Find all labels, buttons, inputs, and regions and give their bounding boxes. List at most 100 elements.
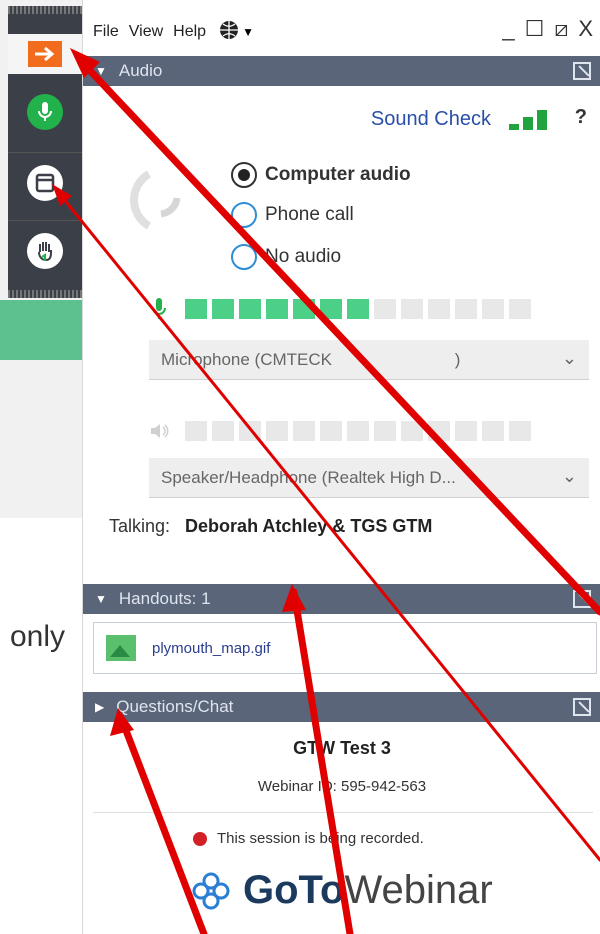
- audio-section-header[interactable]: ▼ Audio: [83, 56, 600, 86]
- meter-segment: [374, 299, 396, 319]
- speaker-level-segments: [185, 421, 536, 441]
- microphone-icon: [27, 94, 63, 130]
- meter-segment: [239, 421, 261, 441]
- recording-text: This session is being recorded.: [217, 830, 424, 847]
- raise-hand-icon: [27, 233, 63, 269]
- record-dot-icon: [193, 831, 207, 846]
- meter-segment: [266, 421, 288, 441]
- logo-goto-text: GoTo: [243, 868, 345, 912]
- meter-segment: [455, 299, 477, 319]
- globe-icon: [218, 19, 240, 46]
- window-icon: [27, 165, 63, 201]
- speaker-device-value: Speaker/Headphone (Realtek High D...: [161, 467, 456, 487]
- radio-button[interactable]: [231, 202, 257, 228]
- meter-segment: [212, 421, 234, 441]
- chevron-down-icon: ⌄: [561, 466, 577, 486]
- meter-segment: [428, 421, 450, 441]
- meter-segment: [347, 421, 369, 441]
- questions-section-header[interactable]: ▶ Questions/Chat: [83, 692, 600, 722]
- phone-call-label: Phone call: [265, 204, 354, 225]
- meter-segment: [509, 421, 531, 441]
- handouts-section-title: Handouts: 1: [118, 589, 211, 608]
- meter-segment: [293, 421, 315, 441]
- rail-grip-top[interactable]: [8, 6, 82, 14]
- close-button[interactable]: X: [578, 16, 593, 42]
- handout-file-item[interactable]: plymouth_map.gif: [93, 622, 597, 674]
- speaker-level-meter: [149, 418, 536, 444]
- logo-webinar-text: Webinar: [344, 868, 493, 912]
- background-text: only: [10, 620, 66, 653]
- meter-segment: [509, 299, 531, 319]
- meter-segment: [428, 299, 450, 319]
- microphone-icon: [149, 296, 169, 322]
- speaker-select[interactable]: Speaker/Headphone (Realtek High D... ⌄: [149, 458, 589, 498]
- menu-bar: File View Help ▼ _ ☐ ⧄ X: [83, 12, 600, 52]
- chevron-down-icon: ⌄: [561, 348, 577, 368]
- speaker-icon: [149, 418, 169, 444]
- menu-help[interactable]: Help: [173, 23, 206, 41]
- menu-file[interactable]: File: [93, 23, 119, 41]
- computer-audio-option[interactable]: Computer audio: [231, 162, 411, 188]
- webinar-title: GTW Test 3: [293, 738, 391, 758]
- image-file-icon: [106, 635, 136, 661]
- webinar-id: Webinar ID: 595-942-563: [257, 778, 427, 795]
- meter-segment: [320, 299, 342, 319]
- no-audio-option[interactable]: No audio: [231, 244, 341, 270]
- expand-triangle-icon: ▶: [95, 700, 105, 714]
- arrow-right-icon: [28, 41, 62, 67]
- radio-button-selected[interactable]: [231, 162, 257, 188]
- meter-segment: [374, 421, 396, 441]
- audio-help-button[interactable]: ?: [575, 106, 587, 129]
- meter-segment: [482, 299, 504, 319]
- audio-section-title: Audio: [118, 61, 163, 80]
- computer-audio-label: Computer audio: [265, 164, 411, 185]
- control-rail: [8, 6, 82, 298]
- mic-level-segments: [185, 299, 536, 319]
- meter-segment: [185, 299, 207, 319]
- meter-segment: [401, 299, 423, 319]
- meter-segment: [266, 299, 288, 319]
- talking-label: Talking:: [109, 516, 171, 536]
- microphone-select[interactable]: Microphone (CMTECK ) ⌄: [149, 340, 589, 380]
- popout-icon[interactable]: [573, 698, 591, 716]
- meter-segment: [320, 421, 342, 441]
- show-window-button[interactable]: [8, 152, 82, 213]
- mute-microphone-button[interactable]: [8, 82, 82, 142]
- popout-icon[interactable]: [573, 590, 591, 608]
- minimize-button[interactable]: _: [502, 16, 514, 42]
- collapse-panel-button[interactable]: [8, 34, 82, 74]
- rail-grip-bottom[interactable]: [8, 290, 82, 298]
- no-audio-label: No audio: [265, 246, 342, 267]
- raise-hand-button[interactable]: [8, 220, 82, 281]
- microphone-device-value: Microphone (CMTECK ): [161, 349, 461, 369]
- collapse-triangle-icon: ▼: [95, 592, 107, 606]
- background-green-bar: [0, 300, 82, 360]
- window-controls: _ ☐ ⧄ X: [502, 16, 593, 42]
- gotowebinar-logo: GoTo Webinar: [191, 868, 493, 913]
- meter-segment: [239, 299, 261, 319]
- talking-names: Deborah Atchley & TGS GTM: [185, 516, 433, 536]
- meter-segment: [482, 421, 504, 441]
- phone-call-option[interactable]: Phone call: [231, 202, 354, 228]
- talking-indicator: Talking: Deborah Atchley & TGS GTM: [109, 516, 432, 537]
- handout-file-name[interactable]: plymouth_map.gif: [152, 640, 270, 657]
- menu-view[interactable]: View: [129, 23, 163, 41]
- questions-section-title: Questions/Chat: [116, 697, 234, 716]
- gotowebinar-flower-icon: [191, 871, 231, 911]
- meter-segment: [347, 299, 369, 319]
- divider: [93, 812, 593, 813]
- sound-check-link[interactable]: Sound Check: [371, 108, 491, 131]
- restore-button[interactable]: ⧄: [554, 16, 568, 42]
- handouts-section-header[interactable]: ▼ Handouts: 1: [83, 584, 600, 614]
- maximize-button[interactable]: ☐: [525, 16, 545, 42]
- meter-segment: [455, 421, 477, 441]
- microphone-level-meter: [149, 296, 536, 322]
- radio-button[interactable]: [231, 244, 257, 270]
- control-panel: File View Help ▼ _ ☐ ⧄ X ▼ Audio Sound C…: [82, 0, 600, 934]
- language-menu[interactable]: ▼: [218, 19, 254, 46]
- meter-segment: [293, 299, 315, 319]
- meter-segment: [401, 421, 423, 441]
- meter-segment: [185, 421, 207, 441]
- headset-icon: [119, 160, 199, 240]
- popout-icon[interactable]: [573, 62, 591, 80]
